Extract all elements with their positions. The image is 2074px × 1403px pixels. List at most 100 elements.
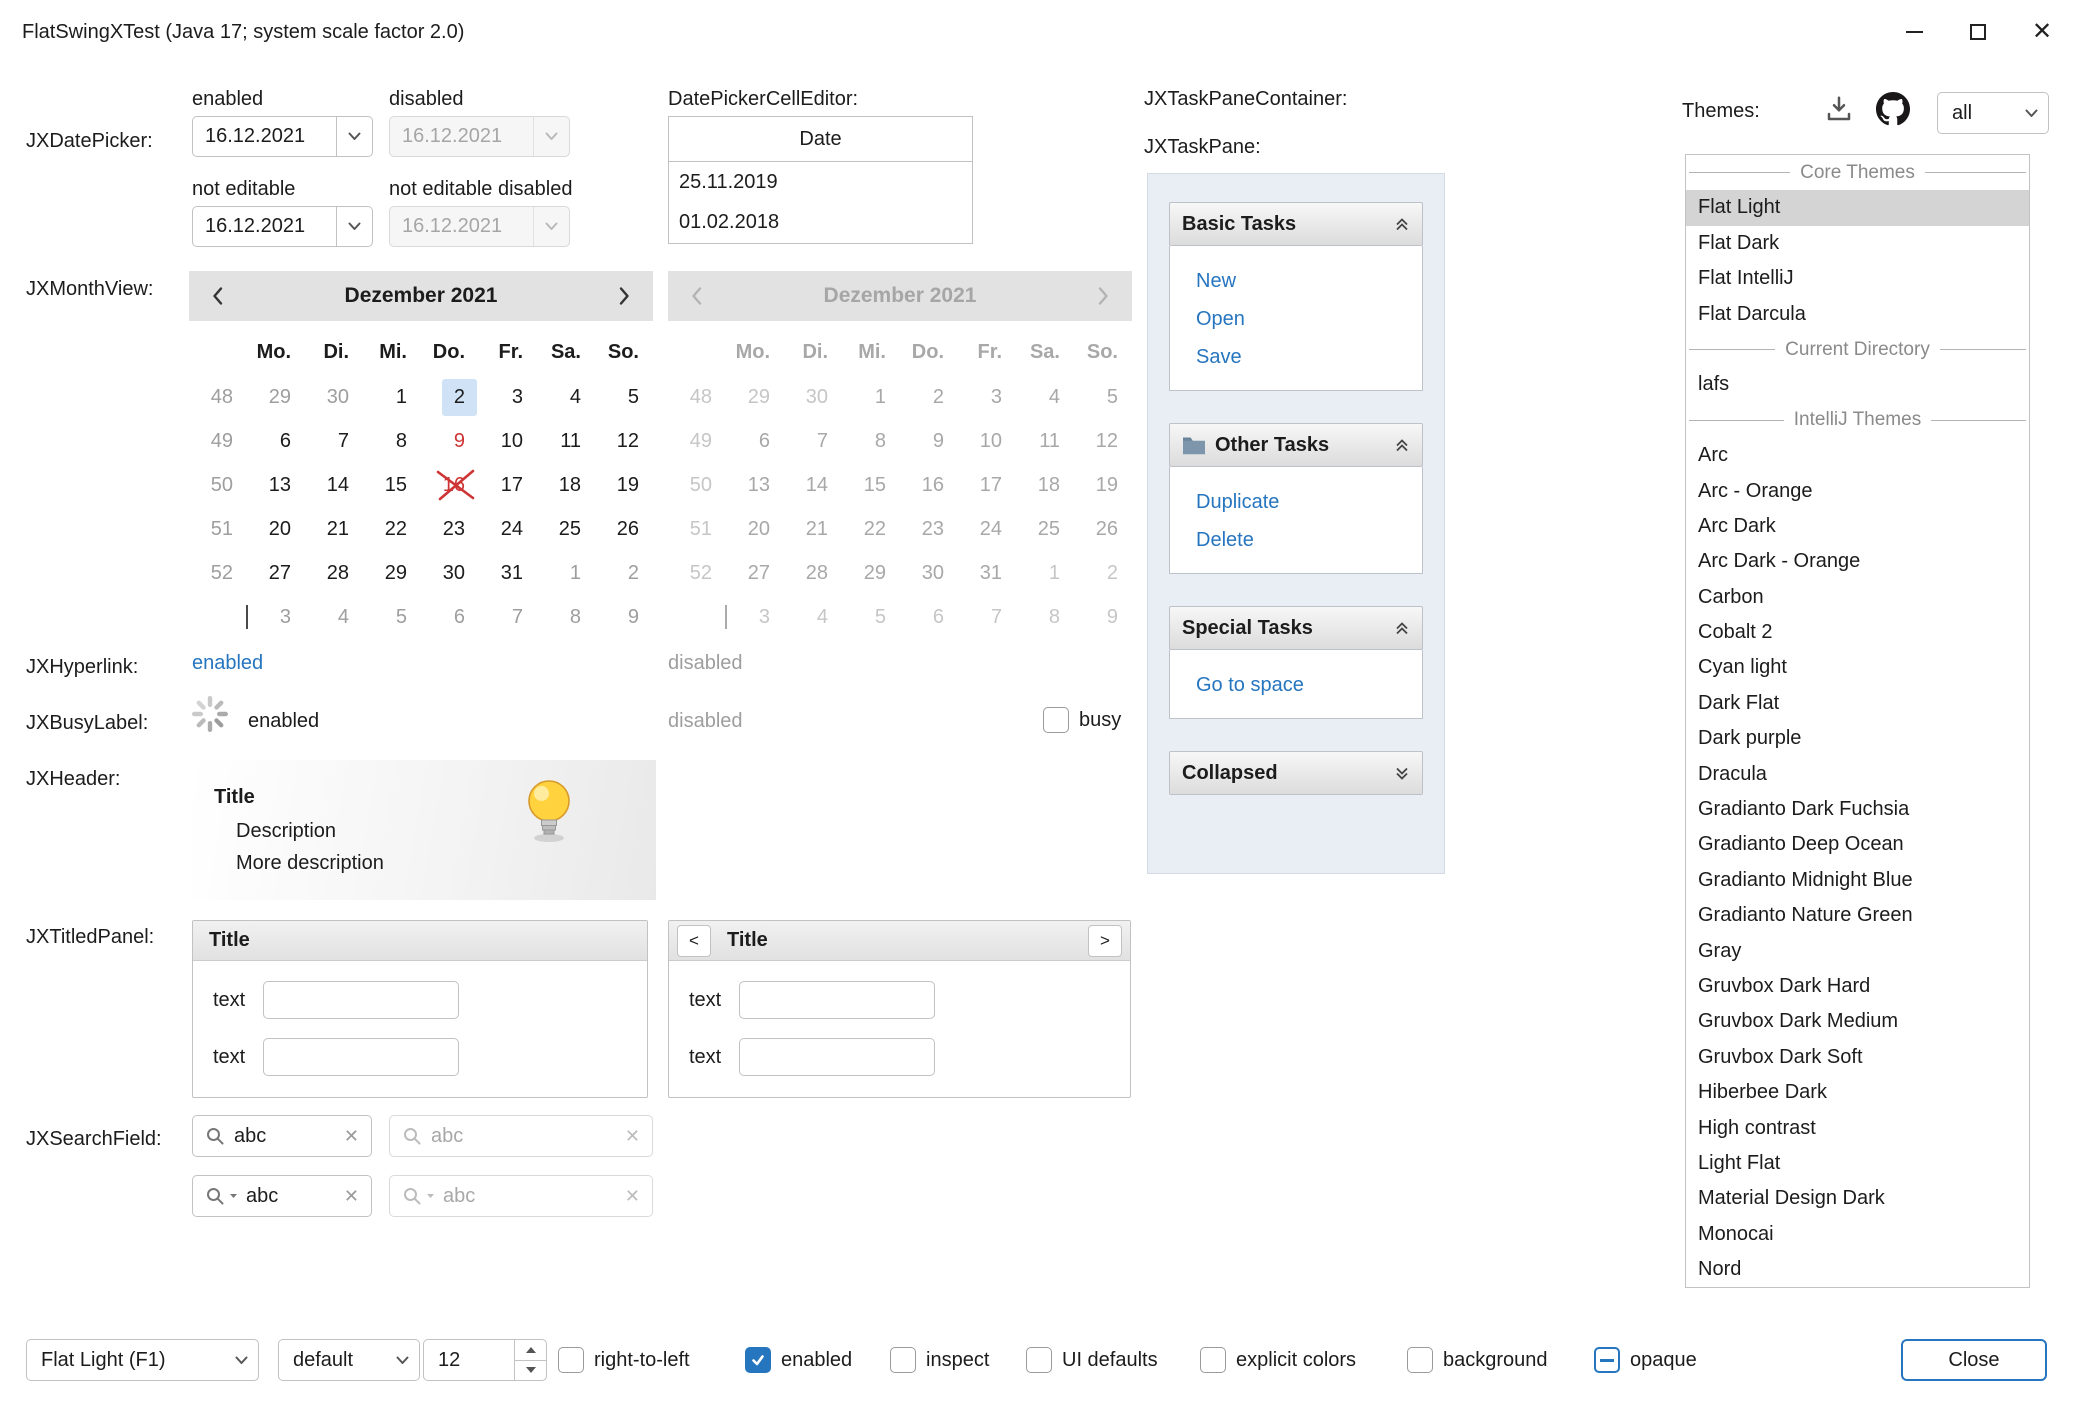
github-button[interactable] bbox=[1876, 92, 1910, 126]
theme-list-item[interactable]: Monocai bbox=[1686, 1217, 2029, 1252]
day-cell[interactable]: 4 bbox=[305, 595, 363, 639]
task-link[interactable]: Delete bbox=[1196, 521, 1422, 559]
task-pane-header[interactable]: Basic Tasks bbox=[1169, 202, 1423, 246]
day-cell[interactable]: 14 bbox=[305, 463, 363, 507]
day-cell[interactable]: 15 bbox=[363, 463, 421, 507]
checkbox-opaque[interactable]: opaque bbox=[1594, 1339, 1697, 1381]
day-cell[interactable]: 16 bbox=[421, 463, 479, 507]
day-cell[interactable]: 27 bbox=[247, 551, 305, 595]
search-field[interactable]: abc✕ bbox=[192, 1115, 372, 1157]
theme-list-item[interactable]: Dark Flat bbox=[1686, 686, 2029, 721]
text-input[interactable] bbox=[263, 1038, 459, 1076]
task-pane-header[interactable]: Special Tasks bbox=[1169, 606, 1423, 650]
day-cell[interactable]: 8 bbox=[363, 419, 421, 463]
day-cell[interactable]: 12 bbox=[595, 419, 653, 463]
theme-list-item[interactable]: Nord bbox=[1686, 1252, 2029, 1287]
day-cell[interactable]: 13 bbox=[247, 463, 305, 507]
font-combobox[interactable]: default bbox=[278, 1339, 420, 1381]
theme-list-item[interactable]: Gray bbox=[1686, 934, 2029, 969]
theme-list-item[interactable]: Gruvbox Dark Soft bbox=[1686, 1040, 2029, 1075]
theme-list-item[interactable]: Arc Dark - Orange bbox=[1686, 544, 2029, 579]
theme-list-item[interactable]: Dark purple bbox=[1686, 721, 2029, 756]
theme-list-item[interactable]: Gradianto Deep Ocean bbox=[1686, 827, 2029, 862]
theme-list-item[interactable]: Light Flat bbox=[1686, 1146, 2029, 1181]
day-cell[interactable]: 26 bbox=[595, 507, 653, 551]
close-dialog-button[interactable]: Close bbox=[1901, 1339, 2047, 1381]
spinner-up-button[interactable] bbox=[515, 1340, 546, 1360]
day-cell[interactable]: 2 bbox=[421, 375, 479, 419]
hyperlink-enabled[interactable]: enabled bbox=[192, 652, 263, 675]
day-cell[interactable]: 5 bbox=[363, 595, 421, 639]
theme-list-item[interactable]: Gruvbox Dark Hard bbox=[1686, 969, 2029, 1004]
theme-list-item[interactable]: Flat Darcula bbox=[1686, 297, 2029, 332]
theme-list-item[interactable]: Flat IntelliJ bbox=[1686, 261, 2029, 296]
task-link[interactable]: Save bbox=[1196, 338, 1422, 376]
day-cell[interactable]: 11 bbox=[537, 419, 595, 463]
next-month-button[interactable] bbox=[595, 286, 653, 306]
day-cell[interactable]: 23 bbox=[421, 507, 479, 551]
theme-list-item[interactable]: Gradianto Nature Green bbox=[1686, 898, 2029, 933]
theme-list-item[interactable]: Hiberbee Dark bbox=[1686, 1075, 2029, 1110]
checkbox-ui-defaults[interactable]: UI defaults bbox=[1026, 1339, 1158, 1381]
day-cell[interactable]: 28 bbox=[305, 551, 363, 595]
date-table-cell[interactable]: 25.11.2019 bbox=[669, 162, 972, 202]
spinner-value[interactable]: 12 bbox=[424, 1340, 514, 1380]
search-text[interactable]: abc bbox=[246, 1185, 335, 1208]
task-link[interactable]: Go to space bbox=[1196, 666, 1422, 704]
download-themes-button[interactable] bbox=[1824, 94, 1854, 124]
theme-list-item[interactable]: Flat Dark bbox=[1686, 226, 2029, 261]
day-cell[interactable]: 21 bbox=[305, 507, 363, 551]
datepicker-dropdown-button[interactable] bbox=[336, 207, 372, 246]
theme-list-item[interactable]: lafs bbox=[1686, 367, 2029, 402]
day-cell[interactable]: 5 bbox=[595, 375, 653, 419]
day-cell[interactable]: 25 bbox=[537, 507, 595, 551]
theme-list-item[interactable]: Gradianto Dark Fuchsia bbox=[1686, 792, 2029, 827]
day-cell[interactable]: 1 bbox=[537, 551, 595, 595]
day-cell[interactable]: 19 bbox=[595, 463, 653, 507]
checkbox-enabled[interactable]: enabled bbox=[745, 1339, 852, 1381]
task-pane-header[interactable]: Other Tasks bbox=[1169, 423, 1423, 467]
day-cell[interactable]: 6 bbox=[421, 595, 479, 639]
text-input[interactable] bbox=[739, 1038, 935, 1076]
day-cell[interactable]: 7 bbox=[305, 419, 363, 463]
window-close-button[interactable]: ✕ bbox=[2010, 0, 2074, 64]
day-cell[interactable]: 29 bbox=[363, 551, 421, 595]
clear-icon[interactable]: ✕ bbox=[344, 1186, 359, 1207]
panel-left-button[interactable]: < bbox=[677, 925, 711, 957]
day-cell[interactable]: 3 bbox=[479, 375, 537, 419]
maximize-button[interactable] bbox=[1946, 0, 2010, 64]
day-cell[interactable]: 22 bbox=[363, 507, 421, 551]
laf-combobox[interactable]: Flat Light (F1) bbox=[26, 1339, 259, 1381]
search-text[interactable]: abc bbox=[234, 1125, 335, 1148]
text-input[interactable] bbox=[739, 981, 935, 1019]
day-cell[interactable]: 1 bbox=[363, 375, 421, 419]
datepicker-value[interactable]: 16.12.2021 bbox=[193, 117, 336, 156]
theme-list-item[interactable]: Arc - Orange bbox=[1686, 474, 2029, 509]
datepicker-dropdown-button[interactable] bbox=[336, 117, 372, 156]
theme-list-item[interactable]: Material Design Dark bbox=[1686, 1181, 2029, 1216]
prev-month-button[interactable] bbox=[189, 286, 247, 306]
day-cell[interactable]: 9 bbox=[421, 419, 479, 463]
theme-list-item[interactable]: Cyan light bbox=[1686, 650, 2029, 685]
day-cell[interactable]: 2 bbox=[595, 551, 653, 595]
day-cell[interactable]: 29 bbox=[247, 375, 305, 419]
datepicker-enabled[interactable]: 16.12.2021 bbox=[192, 116, 373, 157]
theme-list-item[interactable]: Flat Light bbox=[1686, 190, 2029, 225]
checkbox-right-to-left[interactable]: right-to-left bbox=[558, 1339, 690, 1381]
day-cell[interactable]: 6 bbox=[247, 419, 305, 463]
theme-list-item[interactable]: Arc Dark bbox=[1686, 509, 2029, 544]
day-cell[interactable]: 3 bbox=[247, 595, 305, 639]
day-cell[interactable]: 30 bbox=[305, 375, 363, 419]
busy-checkbox[interactable]: busy bbox=[1043, 699, 1121, 741]
theme-list-item[interactable]: Dracula bbox=[1686, 757, 2029, 792]
theme-list-item[interactable]: Arc bbox=[1686, 438, 2029, 473]
theme-list-item[interactable]: Gruvbox Dark Medium bbox=[1686, 1004, 2029, 1039]
minimize-button[interactable] bbox=[1882, 0, 1946, 64]
task-link[interactable]: Open bbox=[1196, 300, 1422, 338]
theme-list-item[interactable]: High contrast bbox=[1686, 1111, 2029, 1146]
search-field[interactable]: abc ✕ bbox=[192, 1175, 372, 1217]
datepicker-not-editable[interactable]: 16.12.2021 bbox=[192, 206, 373, 247]
day-cell[interactable]: 4 bbox=[537, 375, 595, 419]
day-cell[interactable]: 18 bbox=[537, 463, 595, 507]
task-pane-header[interactable]: Collapsed bbox=[1169, 751, 1423, 795]
